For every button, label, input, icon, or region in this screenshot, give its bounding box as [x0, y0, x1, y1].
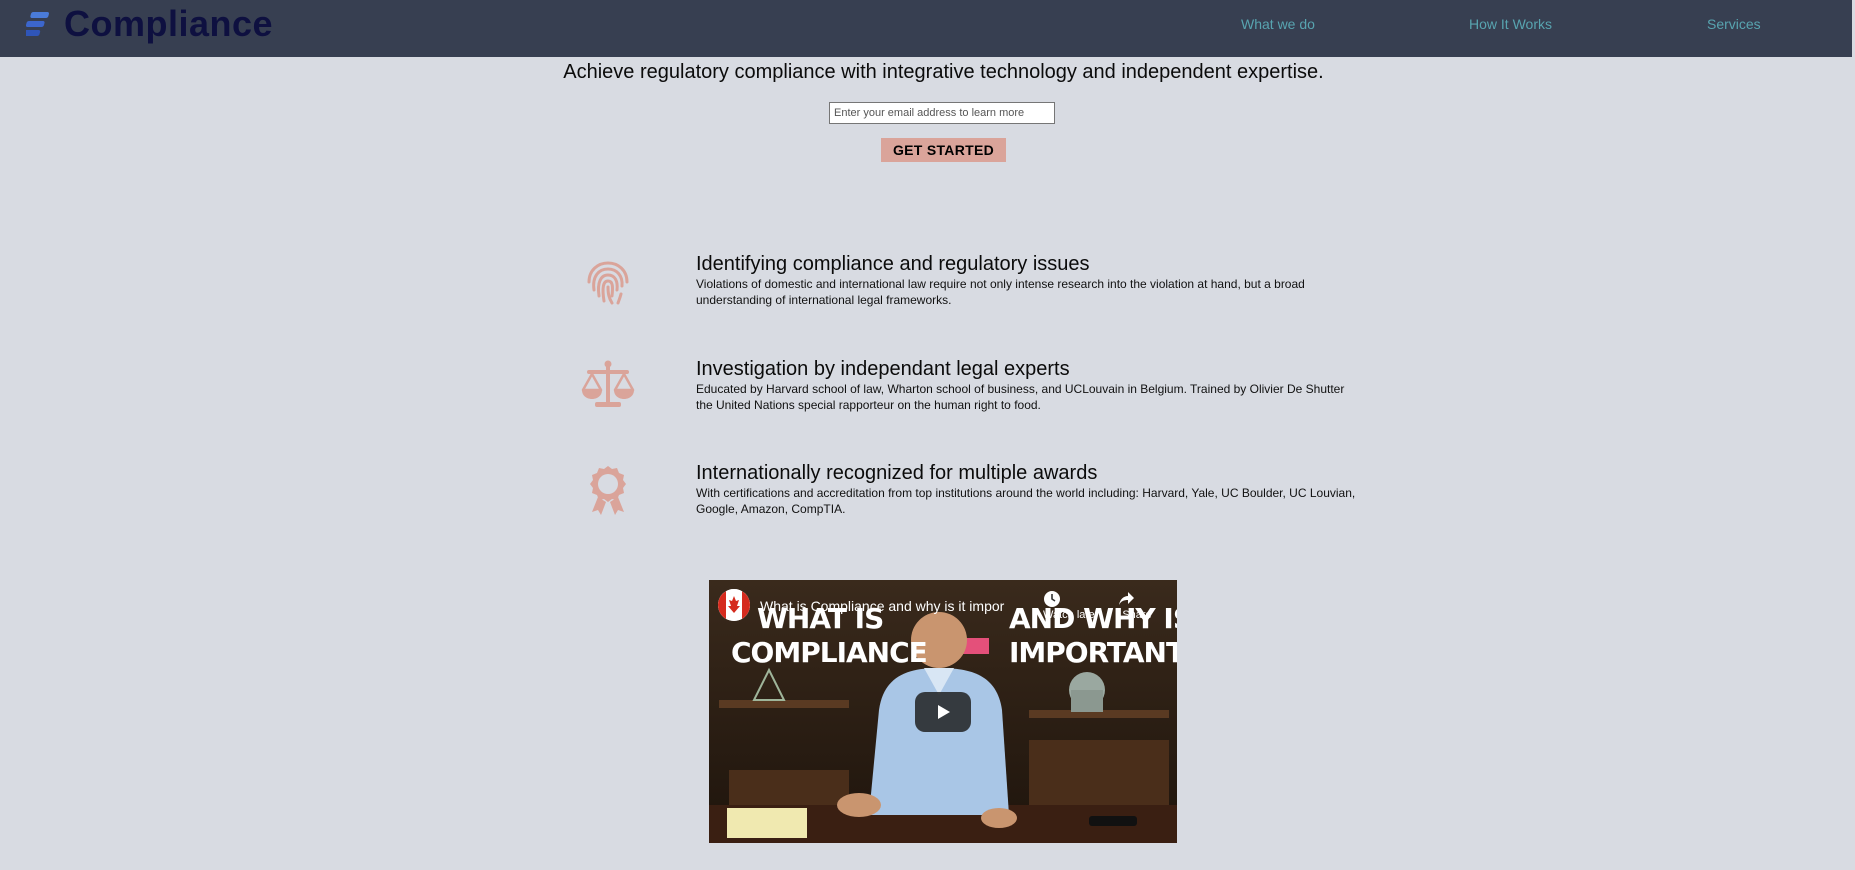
- email-input[interactable]: [829, 102, 1055, 124]
- hero-title: Achieve regulatory compliance with integ…: [563, 61, 1324, 83]
- share-button[interactable]: Share: [1117, 590, 1157, 621]
- play-icon: [938, 705, 950, 719]
- nav-link-what-we-do[interactable]: What we do: [1241, 16, 1315, 32]
- video-overlay-right-2: IMPORTANT?: [1009, 636, 1177, 669]
- watch-later-label: Watch later: [1043, 609, 1099, 621]
- clock-icon: [1044, 591, 1060, 607]
- channel-avatar[interactable]: [718, 589, 750, 621]
- feature-description: With certifications and accreditation fr…: [696, 486, 1356, 516]
- play-button[interactable]: [915, 692, 971, 732]
- nav-link-services[interactable]: Services: [1707, 16, 1761, 32]
- balance-scale-icon: [581, 360, 635, 407]
- feature-description: Violations of domestic and international…: [696, 277, 1305, 307]
- nav-link-how-it-works[interactable]: How It Works: [1469, 16, 1552, 32]
- video-embed[interactable]: WHAT IS COMPLIANCE AND WHY IS IT IMPORTA…: [709, 580, 1177, 843]
- video-title[interactable]: What is Compliance and why is it impor: [760, 598, 1004, 614]
- feature-description: Educated by Harvard school of law, Whart…: [696, 382, 1345, 412]
- video-overlay-left-2: COMPLIANCE: [731, 636, 928, 669]
- canada-flag-icon: [718, 589, 750, 621]
- share-label: Share: [1122, 609, 1152, 621]
- share-arrow-icon: [1119, 592, 1134, 605]
- feature-title: Identifying compliance and regulatory is…: [696, 253, 1090, 275]
- feature-title: Investigation by independant legal exper…: [696, 358, 1070, 380]
- stacked-bars-logo-icon: [26, 12, 49, 36]
- get-started-button[interactable]: GET STARTED: [881, 138, 1006, 162]
- watch-later-button[interactable]: Watch later: [1043, 590, 1099, 621]
- navbar: Compliance What we do How It Works Servi…: [0, 0, 1852, 57]
- feature-title: Internationally recognized for multiple …: [696, 462, 1098, 484]
- brand-name: Compliance: [64, 3, 274, 44]
- fingerprint-icon: [587, 261, 629, 305]
- brand-logo[interactable]: Compliance: [26, 3, 274, 44]
- award-icon: [590, 466, 626, 515]
